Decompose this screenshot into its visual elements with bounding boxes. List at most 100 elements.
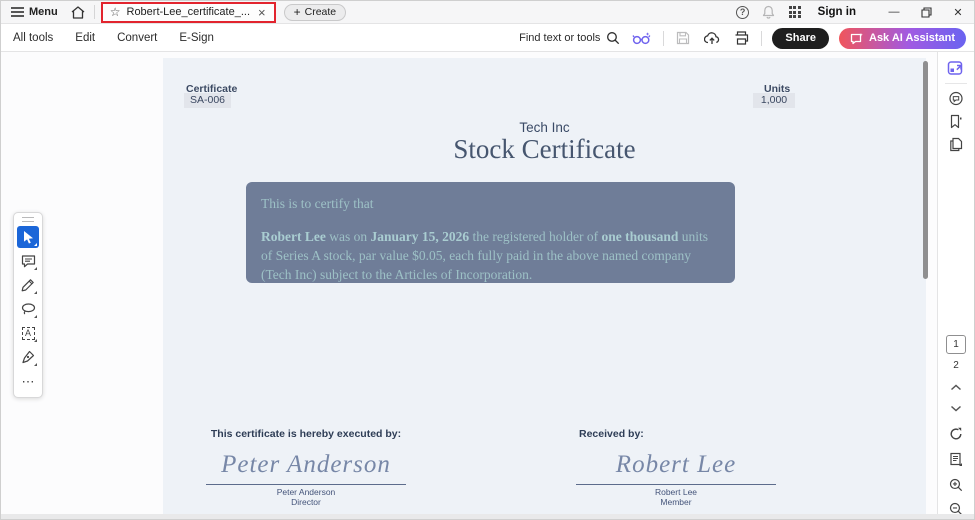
right-panel-rail: 1 2 [937,52,974,519]
fill-sign-tool-button[interactable] [17,346,39,368]
member-name: Robert Lee [654,487,698,497]
dropdown-corner [34,243,37,246]
highlight-tool-button[interactable] [17,274,39,296]
titlebar-right: ? Sign in — ✕ [730,1,974,23]
rail-divider [945,83,967,84]
close-window-icon: ✕ [953,6,963,19]
sign-in-button[interactable]: Sign in [818,6,856,18]
company-name: Tech Inc [519,120,570,135]
save-button[interactable] [674,29,692,47]
edit-button[interactable]: Edit [64,25,106,51]
ai-chat-icon [850,32,863,44]
plus-icon: + [293,5,301,19]
esign-button[interactable]: E-Sign [168,25,225,51]
minimize-button[interactable]: — [878,1,910,23]
pencil-icon [21,279,34,292]
page-view-icon [950,452,962,466]
ai-assistant-panel-button[interactable] [947,60,965,76]
page-thumbnails-icon [950,137,963,152]
help-button[interactable]: ? [730,1,756,23]
next-page-label: 2 [953,360,959,371]
acrobat-window: Menu ☆ Robert-Lee_certificate_... × + Cr… [0,0,975,520]
text-select-tool-button[interactable]: A [17,322,39,344]
chevron-down-icon [951,405,961,412]
member-signature: Robert Lee [615,451,737,478]
titlebar-divider [93,5,95,19]
more-tools-button[interactable]: ⋯ [17,370,39,392]
member-role: Member [660,497,692,507]
star-icon[interactable]: ☆ [110,6,121,18]
help-icon: ? [736,5,750,19]
certificate-intro: This is to certify that [261,196,374,211]
lasso-icon [21,303,35,315]
zoom-in-button[interactable] [949,478,963,492]
vertical-scrollbar[interactable] [923,61,928,279]
previous-page-button[interactable] [951,384,962,391]
executed-signature-block: This certificate is hereby executed by: … [206,428,406,507]
apps-grid-icon [788,6,801,18]
titlebar-left: Menu ☆ Robert-Lee_certificate_... × + Cr… [1,1,347,23]
search-icon [607,32,620,45]
all-tools-button[interactable]: All tools [2,25,64,51]
bookmarks-panel-button[interactable] [950,114,963,129]
find-tools-button[interactable]: Find text or tools [519,31,620,45]
signature-line [576,484,776,485]
ask-ai-label: Ask AI Assistant [869,32,955,44]
chevron-up-icon [951,384,961,391]
draw-tool-button[interactable] [17,298,39,320]
print-button[interactable] [732,29,751,47]
signature-pen-icon [22,350,35,364]
create-button[interactable]: + Create [283,3,347,21]
page-number-current[interactable]: 1 [946,335,966,354]
ai-assistant-icon-button[interactable] [630,29,653,47]
rail-drag-handle[interactable] [22,217,34,222]
more-icon: ⋯ [21,373,35,389]
upload-cloud-icon [704,32,720,44]
dropdown-corner [34,363,37,366]
rotate-page-button[interactable] [949,427,963,441]
find-label: Find text or tools [519,32,601,44]
page-view-options-button[interactable] [949,452,963,467]
apps-button[interactable] [782,1,808,23]
titlebar: Menu ☆ Robert-Lee_certificate_... × + Cr… [1,1,974,24]
close-window-button[interactable]: ✕ [942,1,974,23]
ai-glasses-icon [632,32,651,45]
dropdown-corner [34,267,37,270]
share-button[interactable]: Share [772,27,829,49]
comment-tool-button[interactable] [17,250,39,272]
document-tab[interactable]: ☆ Robert-Lee_certificate_... × [100,1,276,23]
holder-name: Robert Lee [261,228,326,244]
bell-icon [763,5,775,19]
certificate-body: Robert Lee was on January 15, 2026 the r… [261,228,720,285]
ask-ai-assistant-button[interactable]: Ask AI Assistant [839,27,966,49]
convert-button[interactable]: Convert [106,25,168,51]
tab-close-icon[interactable]: × [256,5,268,20]
executed-by-label: This certificate is hereby executed by: [210,428,402,440]
text-tool-icon: A [21,326,35,340]
director-role: Director [291,497,321,507]
home-button[interactable] [66,1,90,23]
print-icon [735,31,749,45]
create-label: Create [304,6,337,18]
page-number-next[interactable]: 2 [953,360,959,371]
bottom-edge-strip [1,514,974,519]
issue-date: January 15, 2026 [370,228,470,244]
zoom-in-icon [949,478,963,492]
certificate-number-field[interactable]: SA-006 [184,93,231,108]
restore-button[interactable] [910,1,942,23]
units-words: one thousand [601,228,679,244]
pages-panel-button[interactable] [949,137,963,152]
director-name: Peter Anderson [276,487,336,497]
current-page-box: 1 [946,335,966,354]
upload-cloud-button[interactable] [702,29,722,47]
comments-circle-icon [949,91,963,106]
menu-button[interactable]: Menu [1,1,66,23]
next-page-button[interactable] [951,405,962,412]
notifications-button[interactable] [756,1,782,23]
toolbar: All tools Edit Convert E-Sign Find text … [1,25,974,52]
minimize-icon: — [888,6,900,18]
units-value-field[interactable]: 1,000 [753,93,795,108]
comments-panel-button[interactable] [949,91,964,106]
signature-line [206,484,406,485]
select-tool-button[interactable] [17,226,39,248]
